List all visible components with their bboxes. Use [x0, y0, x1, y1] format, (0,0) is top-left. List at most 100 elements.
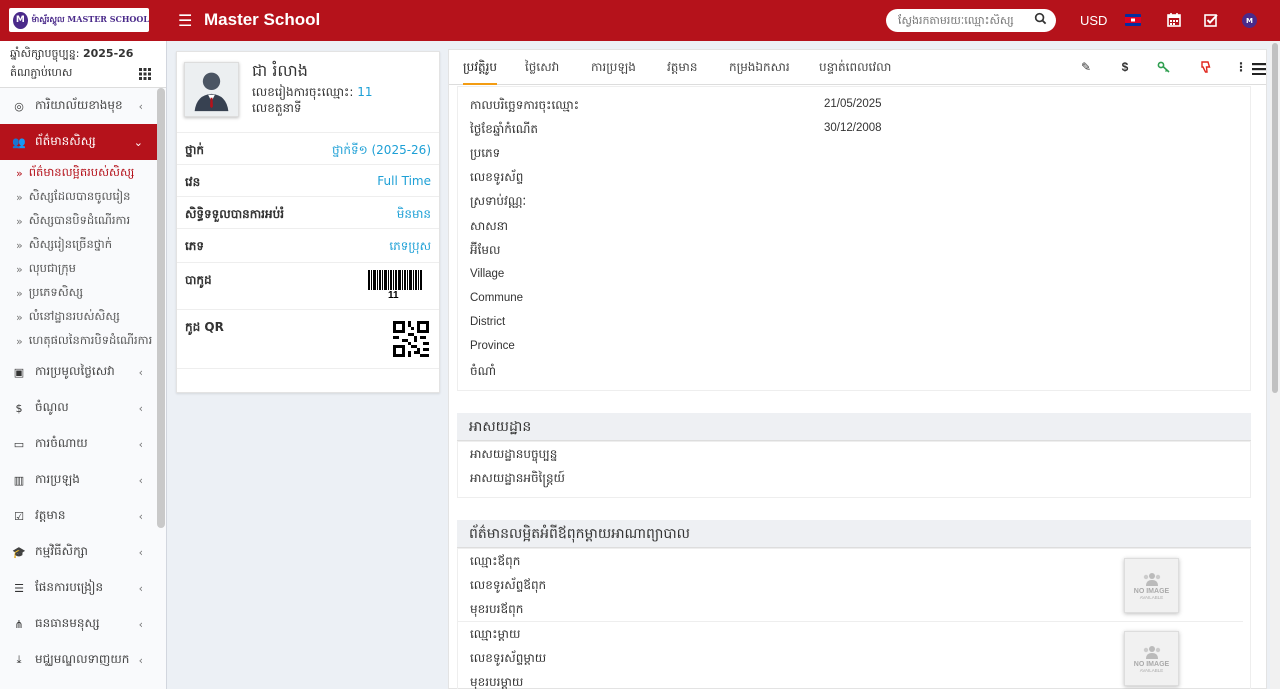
- more-vertical-icon[interactable]: ⋮: [1234, 60, 1248, 74]
- sidebar-subitem-categories[interactable]: » ប្រភេទសិស្ស: [0, 281, 157, 305]
- session-label: ឆ្នាំសិក្សាបច្ចុប្បន្ន:: [10, 47, 80, 60]
- page-scrollbar-thumb[interactable]: [1272, 43, 1278, 393]
- calendar-icon[interactable]: [1166, 12, 1182, 28]
- calendar-check-icon: ☑: [14, 509, 24, 523]
- detail-label-note: ចំណាំ: [470, 364, 497, 378]
- profile-row-rte: សិទ្ធិទទួលបានការអប់រំ មិនមាន: [177, 196, 439, 228]
- subitem-label: សិស្សរៀនច្រើនថ្នាក់: [28, 236, 113, 251]
- detail-value-admission-date: 21/05/2025: [824, 98, 882, 110]
- tab-timeline[interactable]: បន្ទាត់ពេលវេលា: [819, 59, 891, 77]
- detail-label-religion: សាសនា: [470, 219, 509, 233]
- father-name-label: ឈ្មោះឪពុក: [470, 554, 521, 568]
- sidebar-item-attendance[interactable]: ☑ វត្តមាន ‹: [0, 498, 157, 534]
- sidebar-item-front-office[interactable]: ◎ ការិយាល័យខាងមុខ ‹: [0, 88, 157, 124]
- sitemap-icon: ⋔: [14, 617, 24, 631]
- profile-row-gender: ភេទ ភេទប្រុស: [177, 228, 439, 262]
- guardian-section-title: ព័ត៌មានលម្អិតអំពីឪពុកម្តាយអាណាព្យាបាល: [457, 520, 1251, 548]
- hamburger-menu-icon[interactable]: [1252, 63, 1266, 75]
- grid-icon[interactable]: [139, 68, 151, 80]
- admission-no-label: លេខរៀងការចុះឈ្មោះ:: [252, 85, 354, 99]
- chevron-left-icon: ‹: [138, 582, 143, 595]
- detail-label-category: ប្រភេទ: [470, 146, 501, 160]
- sidebar-subitem-bulk-delete[interactable]: » លុបជាក្រុម: [0, 257, 157, 281]
- graduation-cap-icon: 🎓: [12, 545, 26, 559]
- sidebar-item-label: ផែនការបង្រៀន: [35, 580, 104, 594]
- detail-label-province: Province: [470, 340, 515, 352]
- tab-exam[interactable]: ការប្រឡង: [591, 59, 636, 77]
- sidebar-subitem-admission[interactable]: » សិស្សដែលបានចូលរៀន: [0, 185, 157, 209]
- school-logo[interactable]: M ម៉ាស្ទ័រស្គូល MASTER SCHOOL: [9, 8, 149, 32]
- chevron-left-icon: ‹: [138, 654, 143, 667]
- people-icon: [1143, 645, 1160, 659]
- admission-no-value[interactable]: 11: [357, 85, 372, 99]
- father-photo-placeholder: NO IMAGE AVAILABLE: [1124, 558, 1179, 613]
- tab-fees[interactable]: ថ្លៃសេវា: [525, 59, 559, 77]
- cambodia-flag-icon[interactable]: [1125, 14, 1141, 26]
- row-label: កូដ QR: [185, 320, 224, 334]
- sidebar: ឆ្នាំសិក្សាបច្ចុប្បន្ន: 2025-26 តំណភ្ជាប…: [0, 41, 167, 689]
- page-scrollbar[interactable]: [1270, 41, 1280, 689]
- sidebar-item-fees[interactable]: ▣ ការប្រមូលថ្លៃសេវា ‹: [0, 354, 157, 390]
- sidebar-item-expenses[interactable]: ▭ ការចំណាយ ‹: [0, 426, 157, 462]
- sidebar-item-academics[interactable]: 🎓 កម្មវិធីសិក្សា ‹: [0, 534, 157, 570]
- thumbs-down-icon[interactable]: [1199, 60, 1213, 74]
- profile-row-barcode: បាកូដ 11: [177, 262, 439, 309]
- sidebar-item-label: ការចំណាយ: [35, 436, 88, 450]
- sidebar-item-income[interactable]: $ ចំណូល ‹: [0, 390, 157, 426]
- row-value[interactable]: ថ្នាក់ទី១ (2025-26): [332, 142, 431, 160]
- session-year: 2025-26: [82, 47, 134, 60]
- tab-attendance[interactable]: វត្តមាន: [667, 59, 697, 77]
- sidebar-item-human-resource[interactable]: ⋔ ធនធានមនុស្ស ‹: [0, 606, 157, 642]
- subitem-label: ប្រភេទសិស្ស: [28, 284, 84, 299]
- sidebar-subitem-house[interactable]: » លំនៅដ្ឋានរបស់សិស្ស: [0, 305, 157, 329]
- subitem-label: សិស្សដែលបានចូលរៀន: [28, 188, 131, 203]
- chevron-left-icon: ‹: [138, 366, 143, 379]
- row-value[interactable]: ភេទប្រុស: [389, 238, 431, 256]
- download-icon: ⤓: [16, 653, 22, 666]
- tab-documents[interactable]: កម្រងឯកសារ: [729, 59, 790, 77]
- logo-text: ម៉ាស្ទ័រស្គូល MASTER SCHOOL: [31, 14, 149, 24]
- row-label: ថ្នាក់: [185, 143, 205, 157]
- tab-profile[interactable]: ប្រវត្តិរូប: [463, 59, 498, 85]
- address-section-box: [457, 441, 1251, 498]
- student-search-input[interactable]: [886, 9, 1056, 32]
- search-icon[interactable]: [1034, 12, 1047, 25]
- sidebar-item-student-info[interactable]: 👥 ព័ត៌មានសិស្ស ⌄: [0, 124, 157, 160]
- sidebar-subitem-disable-reason[interactable]: » ហេតុផលនៃការបិទដំណើរការ: [0, 329, 157, 353]
- no-image-subtext: AVAILABLE: [1139, 667, 1164, 673]
- sidebar-item-examinations[interactable]: ▥ ការប្រឡង ‹: [0, 462, 157, 498]
- sidebar-item-label: ចំណូល: [35, 400, 69, 414]
- current-address-label: អាសយដ្ឋានបច្ចុប្បន្ន: [470, 447, 558, 461]
- user-placeholder-icon: [185, 63, 238, 116]
- row-label: សិទ្ធិទទួលបានការអប់រំ: [185, 207, 285, 221]
- detail-label-district: District: [470, 316, 506, 328]
- sidebar-scrollbar[interactable]: [157, 88, 165, 528]
- subitem-label: ព័ត៌មានលម្អិតរបស់សិស្ស: [28, 164, 135, 179]
- row-label: ភេទ: [185, 239, 205, 253]
- sidebar-subitem-multi-class[interactable]: » សិស្សរៀនច្រើនថ្នាក់: [0, 233, 157, 257]
- pencil-icon[interactable]: ✎: [1079, 60, 1093, 74]
- user-avatar[interactable]: M: [1242, 13, 1257, 28]
- permanent-address-label: អាសយដ្ឋានអចិន្ត្រៃយ៍: [470, 471, 565, 485]
- mother-name-label: ឈ្មោះម្តាយ: [470, 627, 521, 641]
- row-value[interactable]: មិនមាន: [397, 206, 431, 224]
- task-checkbox-icon[interactable]: [1203, 12, 1219, 28]
- sidebar-item-download-center[interactable]: ⤓ មជ្ឈមណ្ឌលទាញយក ‹: [0, 642, 157, 678]
- detail-label-email: អ៊ីមែល: [470, 243, 501, 257]
- subitem-label: សិស្សបានបិទដំណើរការ: [28, 212, 131, 227]
- detail-value-dob: 30/12/2008: [824, 122, 882, 134]
- detail-label-caste: ស្រទាប់វណ្ណៈ: [470, 194, 527, 208]
- chevron-left-icon: ‹: [138, 546, 143, 559]
- barcode-number: 11: [388, 290, 399, 301]
- sidebar-subitem-student-details[interactable]: » ព័ត៌មានលម្អិតរបស់សិស្ស: [0, 161, 157, 185]
- sidebar-subitem-disabled[interactable]: » សិស្សបានបិទដំណើរការ: [0, 209, 157, 233]
- currency-selector[interactable]: USD: [1080, 13, 1107, 28]
- row-value[interactable]: Full Time: [377, 174, 431, 188]
- sidebar-item-lesson-plan[interactable]: ☰ ផែនការបង្រៀន ‹: [0, 570, 157, 606]
- profile-row-qrcode: កូដ QR: [177, 309, 439, 369]
- menu-toggle-icon[interactable]: ☰: [178, 11, 192, 30]
- address-section-title: អាសយដ្ឋាន: [457, 413, 1251, 441]
- profile-row-class: ថ្នាក់ ថ្នាក់ទី១ (2025-26): [177, 132, 439, 164]
- dollar-icon[interactable]: $: [1118, 60, 1132, 74]
- key-icon[interactable]: [1157, 60, 1171, 74]
